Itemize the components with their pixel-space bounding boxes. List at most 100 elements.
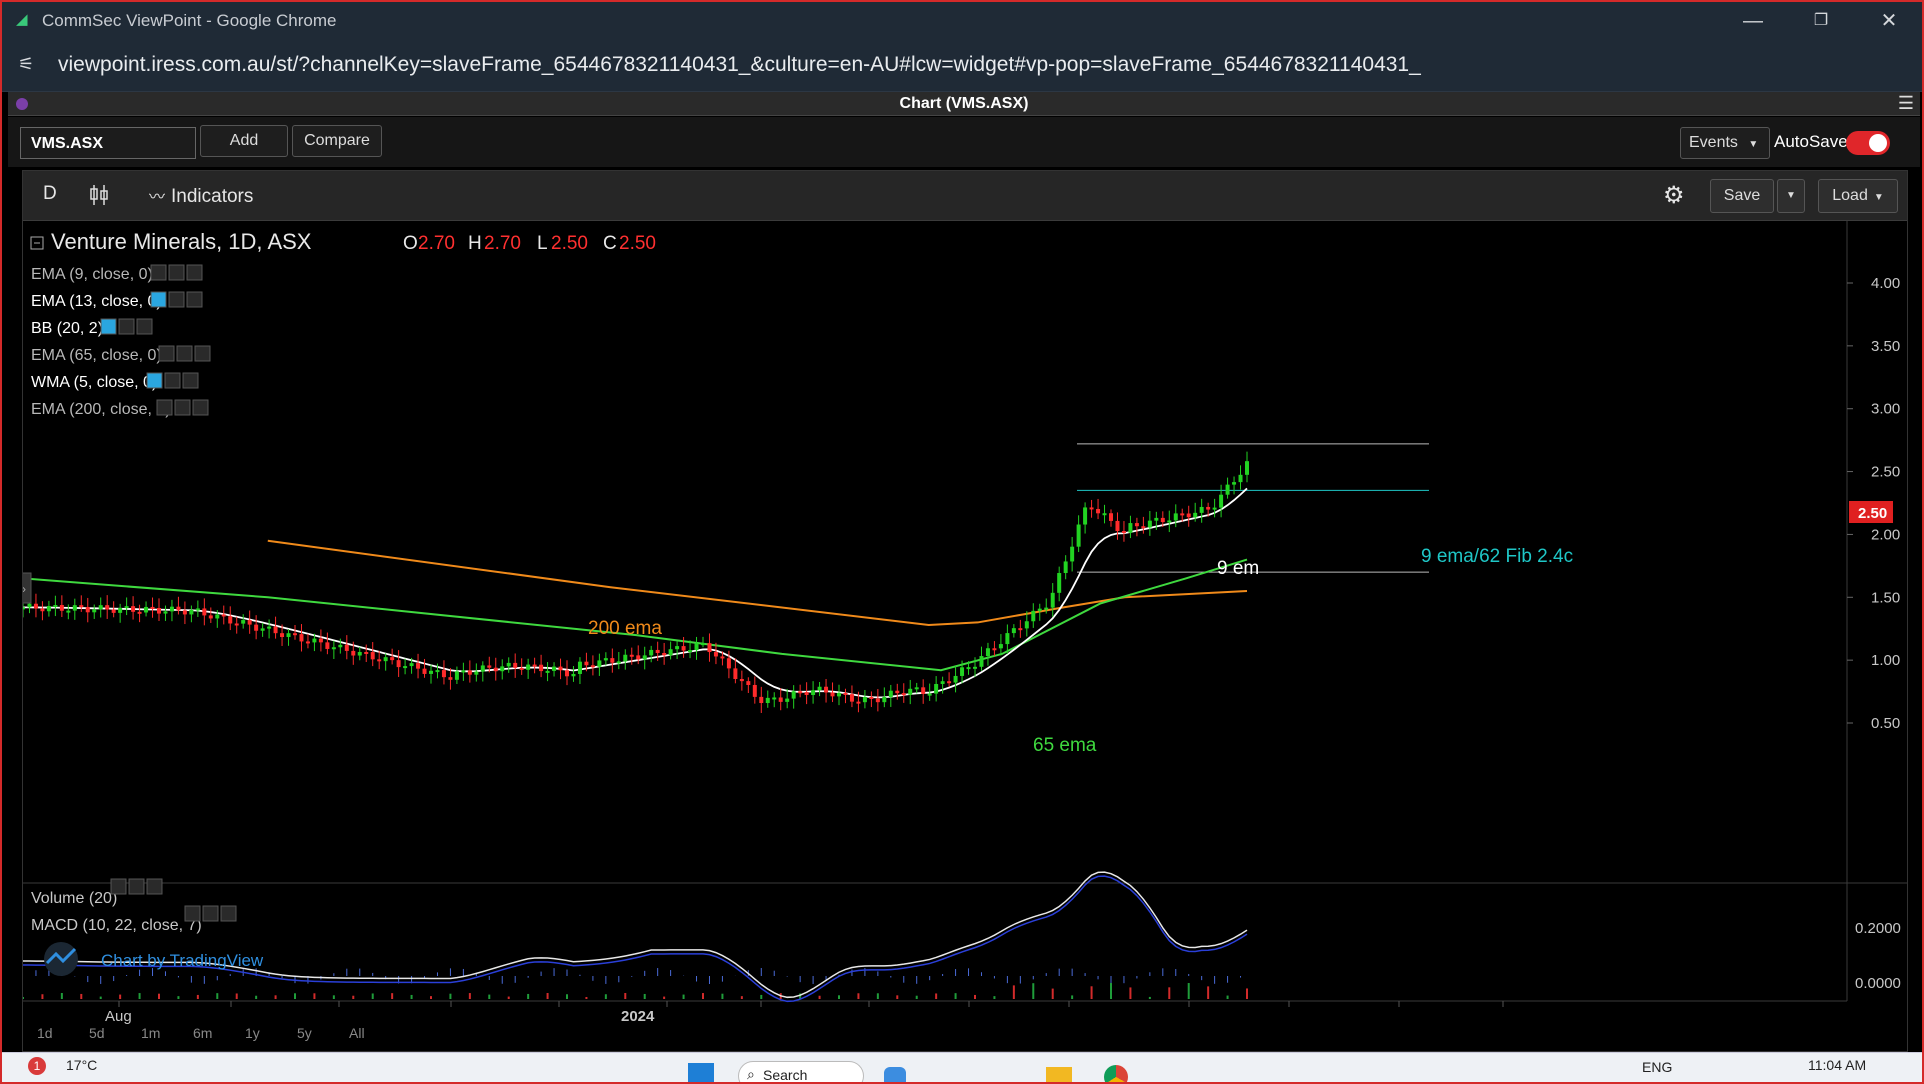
macd-pane (23, 871, 1248, 1003)
legend-indicator-ema13[interactable]: EMA (13, close, 0) (31, 293, 162, 310)
candle-body (435, 670, 440, 673)
legend-indicator-ema65[interactable]: EMA (65, close, 0) (31, 347, 162, 364)
restore-button[interactable]: ❐ (1796, 6, 1846, 36)
high-label: H (468, 233, 482, 254)
candle-body (318, 638, 323, 643)
volume-bar (216, 993, 219, 999)
chrome-icon[interactable] (1104, 1065, 1128, 1082)
candle-body (1219, 494, 1224, 508)
interval-button[interactable]: D (43, 183, 57, 205)
gear-icon (128, 878, 145, 895)
candle-body (157, 608, 161, 614)
weather-icon[interactable]: 1 (28, 1057, 46, 1075)
volume-bar (682, 994, 685, 999)
gear-icon (174, 399, 191, 416)
price-tick-label: 0.50 (1871, 715, 1900, 732)
candle-body (1005, 633, 1010, 645)
url-text[interactable]: viewpoint.iress.com.au/st/?channelKey=sl… (58, 53, 1421, 77)
macd-signal-line (23, 875, 1248, 1003)
range-button-5d[interactable]: 5d (89, 1025, 105, 1041)
range-button-5y[interactable]: 5y (297, 1025, 312, 1041)
range-button-1d[interactable]: 1d (37, 1025, 53, 1041)
candle-body (176, 606, 181, 611)
indicators-button[interactable]: 〰 Indicators (149, 183, 253, 208)
volume-bar (410, 994, 413, 999)
autosave-toggle[interactable] (1846, 131, 1890, 155)
symbol-input[interactable]: VMS.ASX (20, 127, 196, 159)
start-button-icon[interactable] (688, 1063, 714, 1082)
settings-gear-icon[interactable]: ⚙ (1663, 181, 1685, 210)
legend-indicator-wma5[interactable]: WMA (5, close, 0) (31, 374, 157, 391)
candle-body (1193, 512, 1198, 518)
events-dropdown[interactable]: Events ▼ (1680, 127, 1770, 159)
copilot-icon[interactable] (884, 1067, 906, 1082)
range-button-1m[interactable]: 1m (141, 1025, 160, 1041)
candle-body (979, 656, 984, 667)
candle-body (707, 643, 712, 653)
candle-body (1154, 517, 1159, 521)
search-box[interactable]: ⌕ Search (738, 1061, 864, 1082)
candle-body (759, 696, 764, 704)
candle-body (1076, 524, 1081, 547)
candle-body (1212, 507, 1217, 510)
volume-bar (119, 994, 122, 999)
candle-body (655, 649, 660, 654)
site-info-icon[interactable]: ⚟ (18, 54, 40, 76)
eye-icon (150, 291, 167, 308)
volume-bar (294, 993, 296, 999)
candle-body (383, 657, 388, 662)
volume-bar (838, 995, 840, 999)
legend-indicator-ema200[interactable]: EMA (200, close, 0) (31, 401, 171, 418)
save-options-chevron-icon[interactable]: ▼ (1777, 179, 1805, 213)
range-button-6m[interactable]: 6m (193, 1025, 212, 1041)
candle-body (694, 643, 699, 651)
legend-indicator-bb[interactable]: BB (20, 2) (31, 320, 103, 337)
range-button-all[interactable]: All (349, 1025, 365, 1041)
candle-body (960, 667, 965, 676)
close-value: 2.50 (619, 233, 656, 254)
legend-volume[interactable]: Volume (20) (31, 890, 117, 907)
events-label: Events (1689, 134, 1738, 151)
compare-button[interactable]: Compare (292, 125, 382, 157)
price-tick-label: 4.00 (1871, 275, 1900, 292)
volume-bar (1168, 987, 1171, 999)
candle-body (616, 661, 621, 664)
volume-bar (1246, 988, 1248, 999)
tradingview-link[interactable]: Chart by TradingView (101, 951, 264, 970)
save-button[interactable]: Save (1710, 179, 1774, 213)
volume-bar (332, 995, 335, 999)
gear-icon (202, 905, 219, 922)
candle-body (150, 606, 155, 609)
candle-body (286, 633, 291, 638)
candle-body (111, 609, 116, 613)
candle-body (331, 647, 336, 650)
volume-bar (1207, 986, 1210, 999)
add-button[interactable]: Add (200, 125, 288, 157)
candle-body (1186, 513, 1191, 518)
widget-menu-icon[interactable]: ☰ (1898, 93, 1914, 114)
candle-body (195, 608, 200, 611)
volume-bar (313, 993, 316, 999)
window-title: CommSec ViewPoint - Google Chrome (42, 11, 337, 30)
candle-body (765, 697, 770, 704)
candle-body (27, 603, 32, 608)
candle-body (396, 660, 401, 668)
volume-bar (177, 996, 180, 999)
candle-style-icon[interactable] (89, 183, 109, 213)
candle-body (241, 620, 246, 624)
load-dropdown[interactable]: Load ▼ (1818, 179, 1898, 213)
close-button[interactable]: ✕ (1864, 6, 1914, 36)
legend-macd[interactable]: MACD (10, 22, close, 7) (31, 917, 202, 934)
price-tick-label: 2.50 (1871, 464, 1900, 481)
language-indicator[interactable]: ENG (1642, 1059, 1672, 1075)
candle-body (875, 698, 880, 703)
candle-body (649, 649, 654, 656)
range-button-1y[interactable]: 1y (245, 1025, 260, 1041)
candle-body (163, 611, 168, 614)
candle-body (98, 605, 103, 610)
legend-indicator-ema9[interactable]: EMA (9, close, 0) (31, 266, 153, 283)
clock-time[interactable]: 11:04 AM (1808, 1057, 1866, 1073)
file-explorer-icon[interactable] (1046, 1067, 1072, 1082)
minimize-button[interactable]: — (1728, 6, 1778, 36)
price-chart[interactable]: 4.00 3.50 3.00 2.50 2.00 1.50 1.00 0.50 0.2000 0.… (23, 221, 1907, 1051)
